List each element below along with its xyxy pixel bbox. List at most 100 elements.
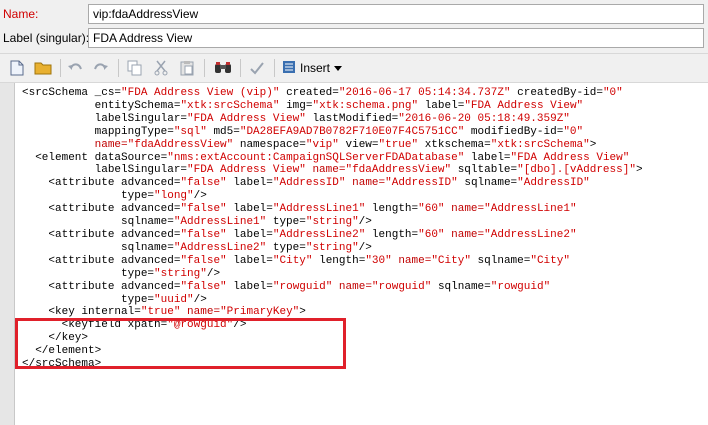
copy-icon[interactable]	[126, 59, 144, 77]
code-token: name=	[444, 228, 485, 241]
code-token: "uuid"	[154, 293, 194, 306]
code-token: "false"	[180, 203, 227, 216]
check-icon[interactable]	[248, 59, 266, 77]
code-token: type=	[22, 190, 155, 203]
code-token: "0"	[563, 125, 584, 138]
code-token: "xtk:schema.png"	[312, 99, 419, 112]
code-line: <srcSchema _cs="FDA Address View (vip)" …	[22, 87, 643, 100]
code-token: "string"	[305, 216, 359, 229]
code-token: type=	[22, 267, 155, 280]
code-token: advanced=	[121, 280, 181, 293]
code-token: modifiedBy-id=	[464, 125, 564, 138]
code-token: md5=	[206, 125, 240, 138]
paste-icon[interactable]	[178, 59, 196, 77]
code-token: "nms:extAccount:CampaignSQLServerFDAData…	[167, 151, 465, 164]
code-token: namespace=	[233, 138, 306, 151]
code-editor[interactable]: <srcSchema _cs="FDA Address View (vip)" …	[0, 83, 708, 425]
code-token: sqltable=	[451, 164, 518, 177]
code-token: label=	[418, 99, 465, 112]
new-doc-icon[interactable]	[8, 59, 26, 77]
code-line: mappingType="sql" md5="DA28EFA9AD7B0782F…	[22, 126, 643, 139]
code-token: sqlname=	[457, 177, 518, 190]
find-icon[interactable]	[214, 59, 232, 77]
code-token: "0"	[602, 87, 623, 99]
code-token: <element	[22, 151, 95, 164]
code-token: "FDA Address View"	[187, 164, 306, 177]
code-token: "FDA Address View (vip)"	[121, 87, 280, 99]
code-token: type=	[22, 293, 155, 306]
toolbar-separator	[240, 59, 241, 77]
undo-icon[interactable]	[66, 59, 84, 77]
code-token: name=	[345, 177, 386, 190]
folder-icon[interactable]	[34, 59, 52, 77]
code-token: />	[206, 267, 221, 280]
code-token: "true"	[378, 138, 419, 151]
toolbar-separator	[274, 59, 275, 77]
code-token: label=	[226, 254, 273, 267]
code-token: name=	[391, 254, 432, 267]
code-token: "PrimaryKey"	[220, 306, 300, 319]
redo-icon[interactable]	[92, 59, 110, 77]
code-token: />	[193, 293, 207, 306]
name-field[interactable]	[88, 4, 704, 24]
code-token: "AddressLine1"	[272, 203, 366, 216]
label-row: Label (singular):	[0, 26, 708, 50]
code-token: advanced=	[121, 254, 181, 267]
highlight-annotation-box	[15, 318, 346, 369]
code-token: length=	[365, 203, 419, 216]
editor-gutter	[0, 83, 15, 425]
code-token: "string"	[305, 241, 359, 254]
code-token: "FDA Address View"	[510, 151, 630, 164]
code-line: type="string"/>	[22, 268, 643, 281]
code-token: img=	[279, 99, 313, 112]
code-token: label=	[226, 228, 273, 241]
code-token: "AddressLine1"	[484, 203, 577, 216]
code-token: "City"	[431, 254, 471, 267]
code-token: />	[358, 216, 372, 229]
label-singular-label: Label (singular):	[3, 31, 90, 45]
code-token: "false"	[180, 228, 227, 241]
toolbar-separator	[118, 59, 119, 77]
code-token: >	[299, 306, 306, 319]
insert-icon	[282, 60, 296, 77]
code-token: name=	[22, 138, 128, 151]
code-token: sqlname=	[470, 254, 531, 267]
code-token: "vip"	[305, 138, 339, 151]
code-line: <attribute advanced="false" label="rowgu…	[22, 281, 643, 294]
code-token: label=	[226, 177, 273, 190]
code-line: <attribute advanced="false" label="City"…	[22, 255, 643, 268]
code-token: mappingType=	[22, 125, 174, 138]
code-line: labelSingular="FDA Address View" name="f…	[22, 164, 643, 177]
code-token: "30"	[365, 254, 392, 267]
code-token: label=	[226, 280, 273, 293]
code-token: <attribute	[22, 177, 122, 190]
code-token: "fdaAddressView"	[345, 164, 452, 177]
dropdown-icon	[334, 61, 343, 75]
code-token: type=	[266, 241, 306, 254]
code-token: internal=	[81, 306, 141, 319]
code-token: dataSource=	[94, 151, 168, 164]
code-line: sqlname="AddressLine1" type="string"/>	[22, 216, 643, 229]
code-token: <attribute	[22, 228, 122, 241]
code-token: "60"	[418, 203, 445, 216]
insert-label: Insert	[300, 61, 331, 75]
code-token: "FDA Address View"	[187, 112, 306, 125]
toolbar-separator	[204, 59, 205, 77]
code-token: "fdaAddressView"	[127, 138, 234, 151]
code-token: name=	[305, 164, 346, 177]
code-token: <key	[22, 306, 82, 319]
code-token: "false"	[180, 254, 227, 267]
code-token: "City"	[272, 254, 313, 267]
code-token: "long"	[154, 190, 194, 203]
editor-toolbar: Insert	[0, 53, 708, 83]
code-token: "AddressLine2"	[484, 228, 577, 241]
code-token: labelSingular=	[22, 112, 188, 125]
code-token: name=	[180, 306, 221, 319]
code-token: lastModified=	[305, 112, 399, 125]
insert-button[interactable]: Insert	[282, 58, 343, 78]
code-token: advanced=	[121, 228, 181, 241]
name-row: Name:	[0, 2, 708, 26]
label-singular-field[interactable]	[88, 28, 704, 48]
code-token: "AddressID"	[517, 177, 590, 190]
cut-icon[interactable]	[152, 59, 170, 77]
